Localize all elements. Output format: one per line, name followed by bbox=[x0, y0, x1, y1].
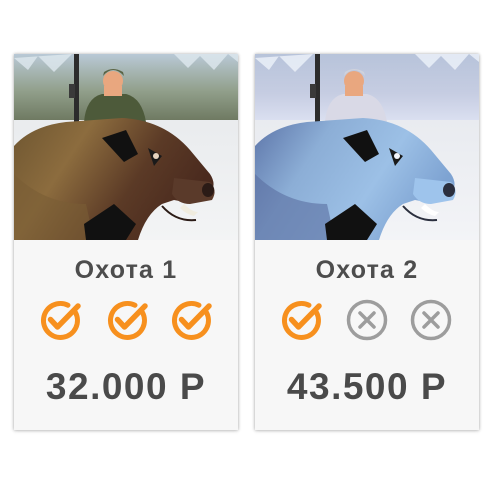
offer-price: 32.000 Р bbox=[45, 366, 207, 407]
check-circle-icon bbox=[167, 297, 213, 343]
offer-title: Охота 2 bbox=[315, 256, 419, 284]
offer-price: 43.500 Р bbox=[286, 366, 448, 407]
check-circle-icon bbox=[103, 297, 149, 343]
check-circle-icon bbox=[36, 297, 82, 343]
check-circle-icon bbox=[277, 297, 323, 343]
offer-card-body: Охота 2 43.500 Р bbox=[255, 240, 479, 430]
offer-card-1[interactable]: Охота 1 32.000 Р bbox=[14, 54, 238, 430]
feature-list bbox=[14, 297, 238, 343]
feature-list bbox=[255, 297, 479, 343]
hunting-offers: Охота 1 32.000 Р Охота 2 43.500 Р bbox=[0, 0, 492, 487]
offer-card-body: Охота 1 32.000 Р bbox=[14, 240, 238, 430]
offer-card-2[interactable]: Охота 2 43.500 Р bbox=[255, 54, 479, 430]
offer-title: Охота 1 bbox=[74, 256, 178, 284]
boar-hunter-icon bbox=[255, 54, 479, 240]
boar-hunter-icon bbox=[14, 54, 238, 240]
cross-circle-icon bbox=[408, 297, 454, 343]
cross-circle-icon bbox=[344, 297, 390, 343]
